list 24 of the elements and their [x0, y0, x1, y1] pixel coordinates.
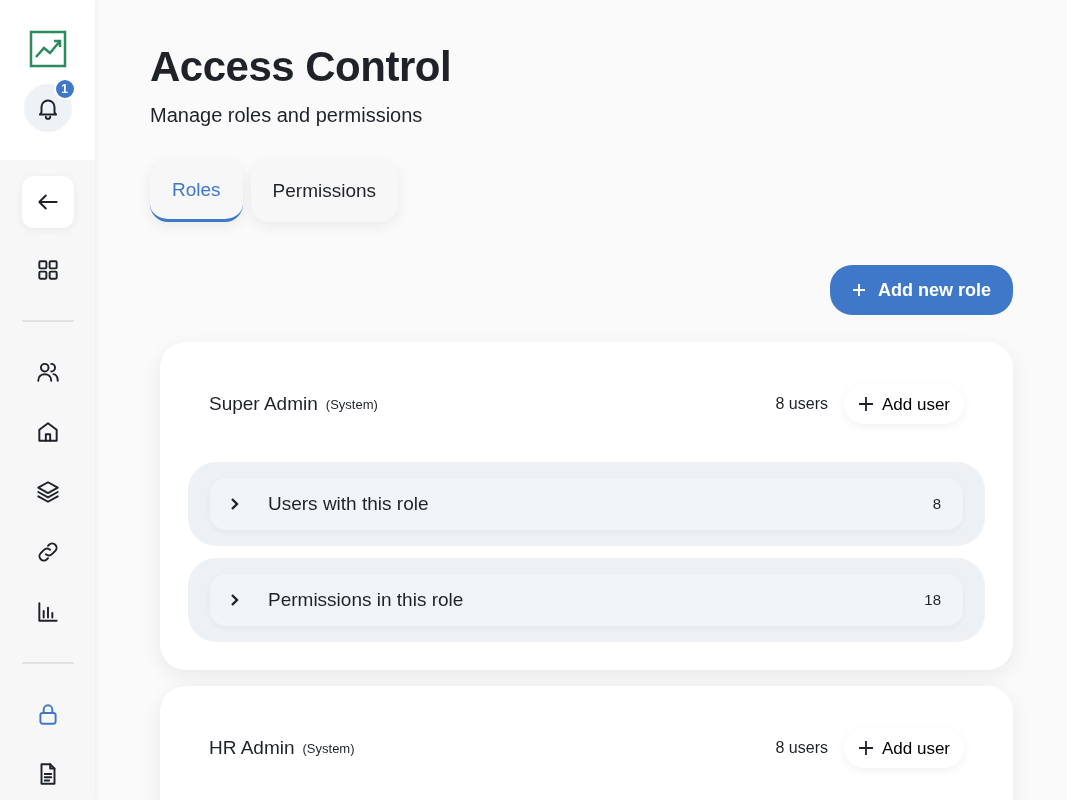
plus-icon	[857, 740, 874, 757]
page-subtitle: Manage roles and permissions	[150, 103, 424, 129]
layers-icon	[34, 479, 61, 505]
tab[interactable]: Roles	[150, 160, 243, 223]
role-tag: (System)	[302, 738, 355, 759]
back-button[interactable]	[21, 176, 74, 228]
tab[interactable]: Permissions	[250, 160, 399, 223]
role-tag: (System)	[325, 394, 378, 415]
add-user-button[interactable]: Add user	[843, 728, 964, 769]
logo-icon	[28, 30, 67, 68]
section-header[interactable]: Users with this role 8	[210, 478, 963, 531]
notification-badge: 1	[53, 78, 76, 100]
add-role-button[interactable]: Add new role	[830, 265, 1013, 316]
plus-icon	[857, 396, 874, 413]
role-name: HR Admin	[209, 736, 295, 761]
user-count: 8 users	[775, 394, 828, 415]
user-count: 8 users	[775, 738, 828, 759]
page-title: Access Control	[150, 42, 453, 92]
section-count: 18	[924, 590, 941, 611]
section-count: 8	[932, 494, 941, 515]
section-header[interactable]: Permissions in this role 18	[210, 574, 963, 627]
role-name: Super Admin	[209, 392, 318, 417]
add-user-button[interactable]: Add user	[843, 384, 964, 425]
plus-icon	[852, 283, 866, 298]
